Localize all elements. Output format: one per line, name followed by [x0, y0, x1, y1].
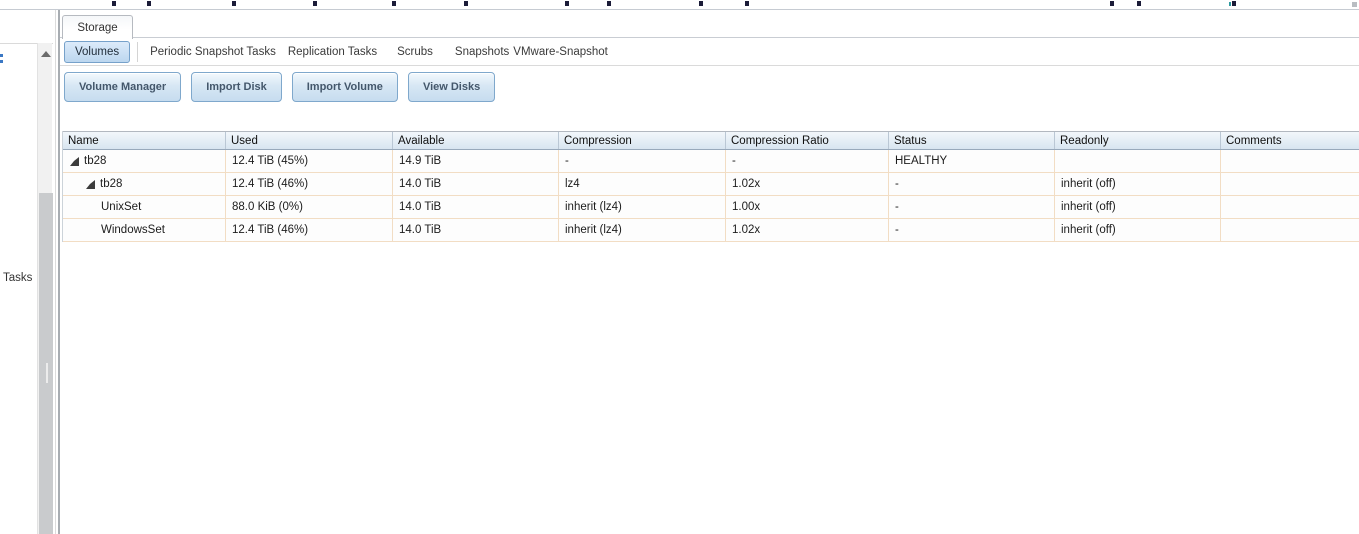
tab-storage[interactable]: Storage: [62, 15, 133, 39]
column-header-available[interactable]: Available: [393, 132, 559, 149]
volume-manager-button[interactable]: Volume Manager: [64, 72, 182, 102]
cell-comments: [1221, 219, 1359, 241]
view-disks-button[interactable]: View Disks: [407, 72, 496, 102]
cutoff-glyph: [1352, 2, 1357, 7]
cell-used: 12.4 TiB (46%): [226, 219, 393, 241]
table-row-tb28-pool[interactable]: tb28 12.4 TiB (45%) 14.9 TiB - - HEALTHY: [63, 150, 1359, 173]
cell-used: 12.4 TiB (46%): [226, 173, 393, 195]
tabstrip-border: [60, 37, 1359, 38]
subtab-volumes[interactable]: Volumes: [64, 41, 131, 63]
cutoff-glyph: [565, 1, 569, 6]
volumes-grid: Name Used Available Compression Compress…: [62, 131, 1359, 242]
cutoff-glyph: [1232, 1, 1236, 6]
column-header-used[interactable]: Used: [226, 132, 393, 149]
subtab-periodic-snapshot-tasks[interactable]: Periodic Snapshot Tasks: [150, 46, 276, 58]
cell-compression-ratio: 1.00x: [726, 196, 889, 218]
cell-available: 14.0 TiB: [393, 196, 559, 218]
subtab-scrubs[interactable]: Scrubs: [397, 46, 433, 58]
cell-compression: inherit (lz4): [559, 219, 726, 241]
cell-name: tb28: [84, 155, 107, 167]
cell-compression-ratio: 1.02x: [726, 173, 889, 195]
cutoff-glyph: [1110, 1, 1114, 6]
cutoff-tree-link: [0, 54, 3, 63]
cell-available: 14.0 TiB: [393, 173, 559, 195]
grid-header-row: Name Used Available Compression Compress…: [63, 131, 1359, 150]
column-header-comments[interactable]: Comments: [1221, 132, 1359, 149]
left-scrollbar-thumb[interactable]: [39, 193, 53, 534]
cutoff-glyph: [745, 1, 749, 6]
subtab-vmware-snapshot[interactable]: VMware-Snapshot: [513, 46, 608, 58]
cell-compression: lz4: [559, 173, 726, 195]
volumes-toolbar: Volume Manager Import Disk Import Volume…: [64, 72, 496, 102]
cutoff-glyph: [699, 1, 703, 6]
table-row-unixset[interactable]: UnixSet 88.0 KiB (0%) 14.0 TiB inherit (…: [63, 196, 1359, 219]
cell-readonly: inherit (off): [1055, 173, 1221, 195]
cell-status: -: [889, 219, 1055, 241]
cell-comments: [1221, 173, 1359, 195]
cell-name: tb28: [100, 178, 123, 190]
cell-available: 14.0 TiB: [393, 219, 559, 241]
left-scrollbar-track[interactable]: [37, 43, 53, 534]
scroll-up-arrow-icon[interactable]: [41, 51, 51, 57]
column-header-name[interactable]: Name: [63, 132, 226, 149]
cell-readonly: inherit (off): [1055, 219, 1221, 241]
subtab-replication-tasks[interactable]: Replication Tasks: [288, 46, 377, 58]
cell-readonly: [1055, 150, 1221, 172]
cutoff-glyph: [607, 1, 611, 6]
sidebar-item-tasks[interactable]: Tasks: [3, 272, 32, 284]
cell-status: -: [889, 196, 1055, 218]
subtab-divider: [137, 42, 139, 62]
cutoff-top-strip: [0, 0, 1359, 10]
cutoff-glyph: [1137, 1, 1141, 6]
cell-compression: inherit (lz4): [559, 196, 726, 218]
column-header-compression-ratio[interactable]: Compression Ratio: [726, 132, 889, 149]
cell-name: UnixSet: [101, 201, 142, 213]
import-volume-button[interactable]: Import Volume: [291, 72, 398, 102]
cutoff-glyph: [464, 1, 468, 6]
cell-status: HEALTHY: [889, 150, 1055, 172]
table-row-tb28-dataset[interactable]: tb28 12.4 TiB (46%) 14.0 TiB lz4 1.02x -…: [63, 173, 1359, 196]
cell-used: 88.0 KiB (0%): [226, 196, 393, 218]
column-header-readonly[interactable]: Readonly: [1055, 132, 1221, 149]
cutoff-glyph: [112, 1, 116, 6]
scrollbar-grip: [46, 363, 48, 383]
subtab-bar: Volumes Periodic Snapshot Tasks Replicat…: [60, 39, 1359, 65]
main-content: Storage Volumes Periodic Snapshot Tasks …: [60, 10, 1359, 534]
tree-expando-icon[interactable]: [86, 179, 95, 189]
column-header-status[interactable]: Status: [889, 132, 1055, 149]
cell-name: WindowsSet: [101, 224, 165, 236]
cell-used: 12.4 TiB (45%): [226, 150, 393, 172]
import-disk-button[interactable]: Import Disk: [191, 72, 282, 102]
subtab-underline: [60, 65, 1359, 66]
left-tree-panel: Tasks: [0, 10, 60, 534]
tab-storage-label: Storage: [77, 21, 118, 34]
table-row-windowsset[interactable]: WindowsSet 12.4 TiB (46%) 14.0 TiB inher…: [63, 219, 1359, 242]
tree-expando-icon[interactable]: [70, 156, 79, 166]
panel-separator: [55, 10, 56, 534]
subtab-volumes-label: Volumes: [75, 46, 120, 58]
column-header-compression[interactable]: Compression: [559, 132, 726, 149]
cell-comments: [1221, 196, 1359, 218]
cutoff-glyph: [147, 1, 151, 6]
cell-compression-ratio: 1.02x: [726, 219, 889, 241]
cell-comments: [1221, 150, 1359, 172]
cell-status: -: [889, 173, 1055, 195]
cutoff-glyph: [232, 1, 236, 6]
cutoff-glyph: [392, 1, 396, 6]
cell-readonly: inherit (off): [1055, 196, 1221, 218]
cell-compression-ratio: -: [726, 150, 889, 172]
cutoff-glyph: [313, 1, 317, 6]
cell-compression: -: [559, 150, 726, 172]
cell-available: 14.9 TiB: [393, 150, 559, 172]
subtab-snapshots[interactable]: Snapshots: [455, 46, 509, 58]
cutoff-glyph: [1229, 2, 1231, 6]
